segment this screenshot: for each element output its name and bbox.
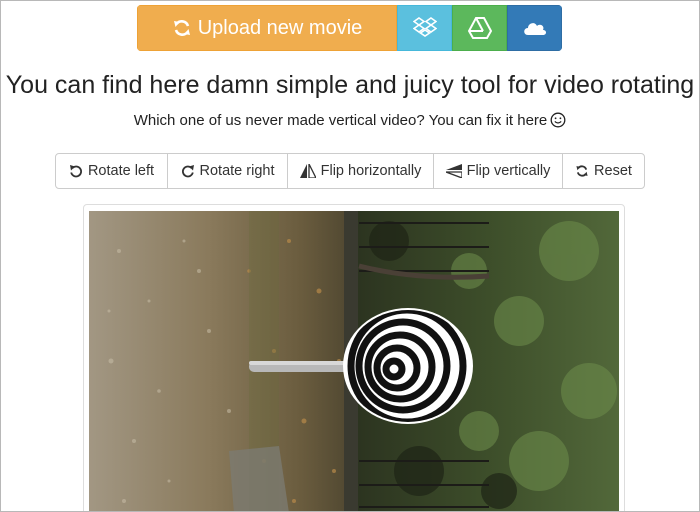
flip-horizontal-icon xyxy=(299,164,316,178)
rotate-right-label: Rotate right xyxy=(199,163,275,179)
subtitle-text: Which one of us never made vertical vide… xyxy=(133,112,548,129)
video-preview-container xyxy=(83,204,625,511)
upload-label: Upload new movie xyxy=(197,16,363,39)
rotate-left-icon xyxy=(69,165,82,178)
upload-new-movie-button[interactable]: Upload new movie xyxy=(137,5,397,51)
refresh-icon xyxy=(576,165,588,177)
video-preview[interactable] xyxy=(89,211,619,511)
rotate-right-button[interactable]: Rotate right xyxy=(168,154,288,188)
video-frame-image xyxy=(89,211,619,511)
refresh-icon xyxy=(173,20,190,36)
google-drive-button[interactable] xyxy=(452,5,507,51)
flip-vertically-label: Flip vertically xyxy=(466,163,551,179)
page-subtitle: Which one of us never made vertical vide… xyxy=(1,112,699,129)
rotate-left-label: Rotate left xyxy=(87,163,155,179)
rotate-left-button[interactable]: Rotate left xyxy=(56,154,168,188)
onedrive-button[interactable] xyxy=(507,5,562,51)
page-title: You can find here damn simple and juicy … xyxy=(5,71,695,99)
flip-horizontally-button[interactable]: Flip horizontally xyxy=(288,154,434,188)
flip-horizontally-label: Flip horizontally xyxy=(320,163,422,179)
rotate-right-icon xyxy=(181,165,194,178)
page-frame: Upload new movie You can find here damn … xyxy=(0,0,700,512)
flip-vertical-icon xyxy=(445,164,462,178)
reset-label: Reset xyxy=(594,163,632,179)
reset-button[interactable]: Reset xyxy=(563,154,644,188)
onedrive-icon xyxy=(523,23,546,35)
smiley-icon xyxy=(550,112,566,128)
transform-toolbar: Rotate left Rotate right Flip horizontal… xyxy=(55,153,645,189)
upload-button-group: Upload new movie xyxy=(137,5,562,51)
dropbox-button[interactable] xyxy=(397,5,452,51)
flip-vertically-button[interactable]: Flip vertically xyxy=(434,154,563,188)
google-drive-icon xyxy=(467,17,492,39)
dropbox-icon xyxy=(412,17,437,37)
